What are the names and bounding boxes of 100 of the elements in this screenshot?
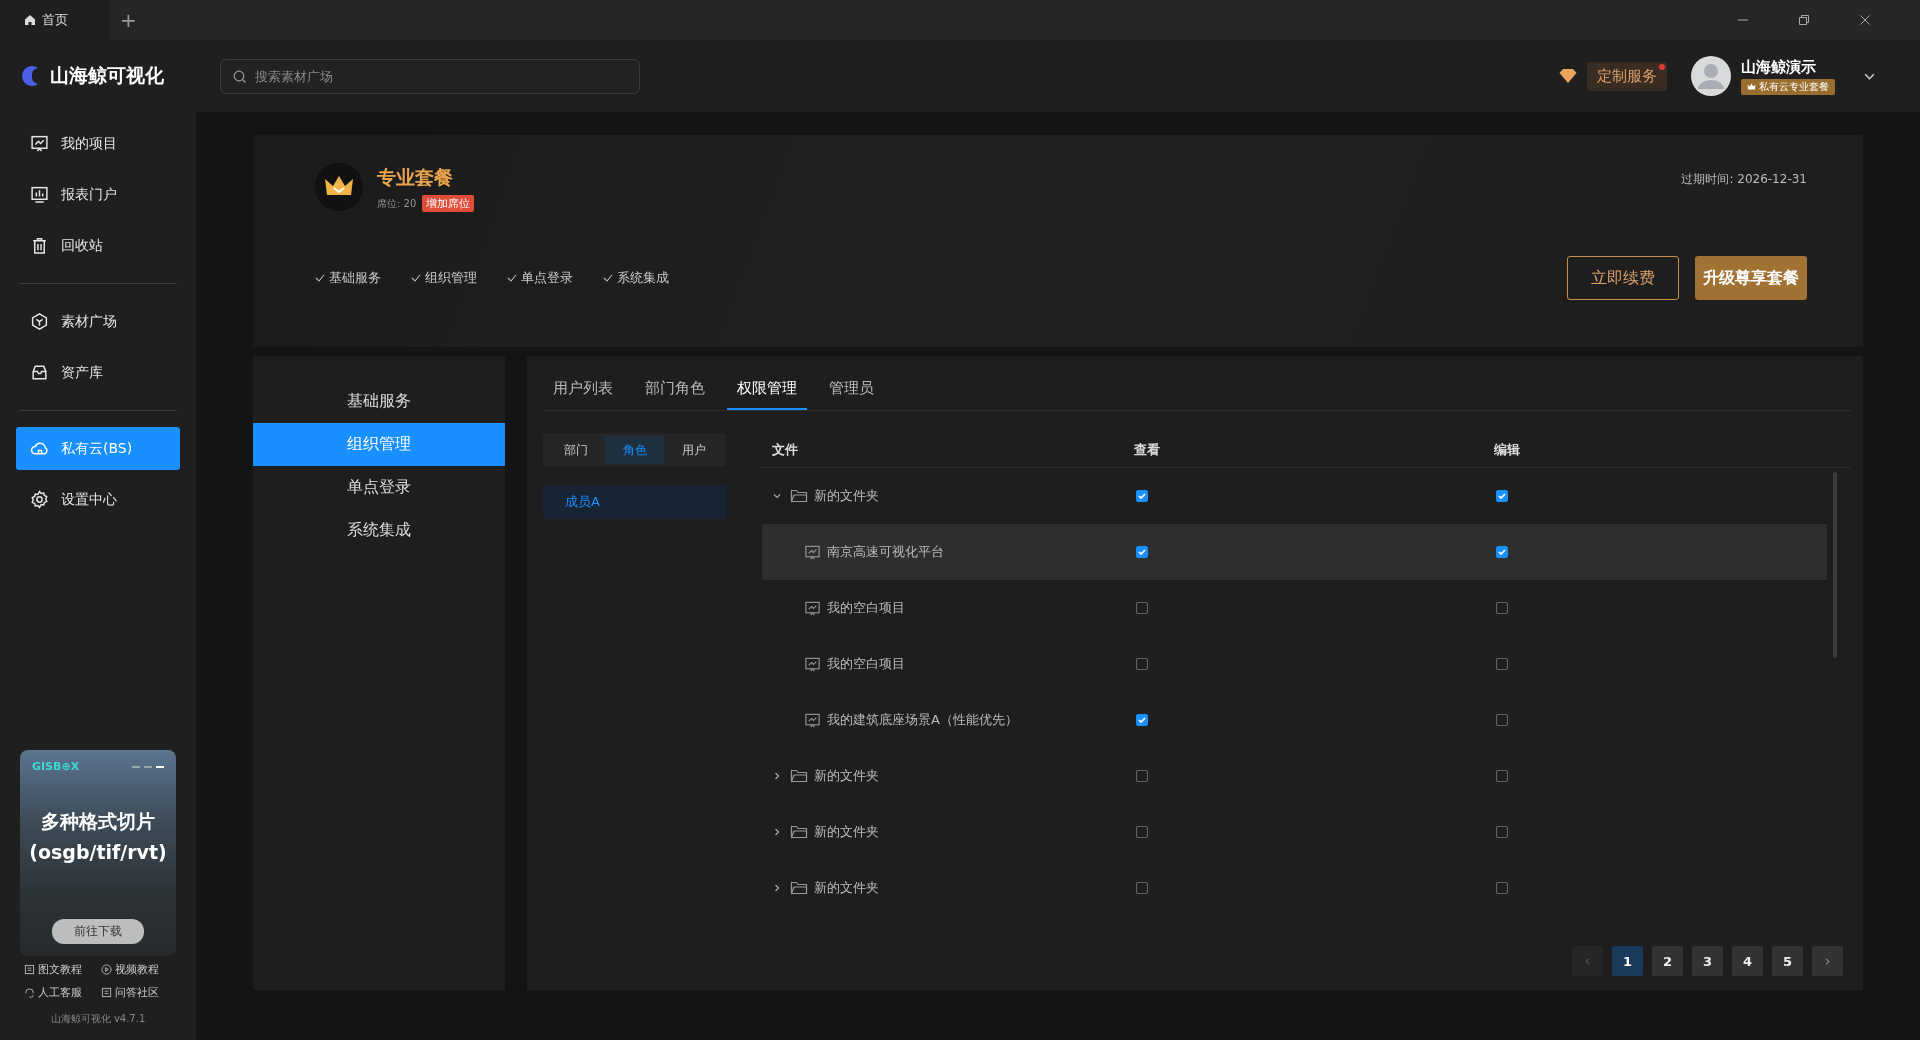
checkbox[interactable] (1496, 546, 1508, 558)
custom-service-button[interactable]: 定制服务 (1587, 61, 1667, 91)
seat-count: 席位: 20 (377, 196, 417, 211)
renew-button[interactable]: 立即续费 (1567, 256, 1679, 300)
cube-icon (30, 312, 49, 331)
slide-indicator[interactable] (144, 765, 152, 768)
chevron-right-icon[interactable] (772, 827, 782, 837)
window-tab[interactable]: 首页 (0, 0, 110, 40)
slide-indicator[interactable] (156, 765, 164, 768)
promo-title: 多种格式切片 (41, 809, 155, 834)
checkbox[interactable] (1496, 658, 1508, 670)
checkbox[interactable] (1136, 658, 1148, 670)
feature-item: 单点登录 (507, 269, 573, 287)
checkbox[interactable] (1136, 770, 1148, 782)
column-header: 文件 (771, 441, 799, 459)
table-row[interactable]: 我的空白项目 (762, 636, 1827, 692)
add-seats-button[interactable]: 增加席位 (422, 195, 475, 212)
chevron-right-icon[interactable] (772, 883, 782, 893)
nav-item[interactable]: 设置中心 (16, 478, 180, 521)
add-tab-button[interactable]: + (112, 8, 145, 32)
play-circle-icon (101, 964, 112, 975)
trash-icon (30, 236, 49, 255)
menu-item[interactable]: 系统集成 (253, 509, 505, 552)
crown-icon (1747, 83, 1756, 90)
page-button[interactable]: 2 (1652, 946, 1683, 976)
chart-board-icon (804, 599, 821, 617)
nav-item[interactable]: 我的项目 (16, 122, 180, 165)
document-icon (24, 964, 35, 975)
chevron-right-icon (1823, 956, 1832, 966)
tab[interactable]: 管理员 (819, 379, 884, 410)
search-field[interactable]: 搜索素材广场 (220, 58, 640, 94)
checkbox[interactable] (1136, 882, 1148, 894)
table-row[interactable]: 新的文件夹 (762, 860, 1827, 916)
help-link[interactable]: 图文教程 (24, 962, 101, 977)
feature-item: 基础服务 (315, 269, 381, 287)
table-row[interactable]: 新的文件夹 (762, 804, 1827, 860)
promo-subtitle: (osgb/tif/rvt) (29, 841, 167, 863)
file-name: 新的文件夹 (814, 487, 879, 505)
checkbox[interactable] (1136, 714, 1148, 726)
chevron-right-icon[interactable] (772, 771, 782, 781)
check-icon (315, 273, 325, 283)
feature-item: 组织管理 (411, 269, 477, 287)
check-icon (603, 273, 613, 283)
checkbox[interactable] (1136, 490, 1148, 502)
tab[interactable]: 部门角色 (635, 379, 715, 410)
nav-item[interactable]: 资产库 (16, 351, 180, 394)
checkbox[interactable] (1496, 826, 1508, 838)
folder-icon (790, 768, 808, 784)
bar-chart-icon (30, 185, 49, 204)
help-link[interactable]: 问答社区 (101, 985, 178, 1000)
upgrade-button[interactable]: 升级尊享套餐 (1695, 256, 1807, 300)
diamond-icon (1559, 68, 1577, 84)
table-row[interactable]: 我的空白项目 (762, 580, 1827, 636)
menu-item[interactable]: 单点登录 (253, 466, 505, 509)
segment-option[interactable]: 角色 (605, 436, 664, 464)
checkbox[interactable] (1496, 770, 1508, 782)
close-icon[interactable] (1859, 14, 1871, 26)
nav-item[interactable]: 素材广场 (16, 300, 180, 343)
file-name: 新的文件夹 (814, 879, 879, 897)
file-name: 新的文件夹 (814, 767, 879, 785)
table-row[interactable]: 新的文件夹 (762, 468, 1827, 524)
page-button[interactable]: 4 (1732, 946, 1763, 976)
chevron-down-icon[interactable] (772, 491, 782, 501)
nav-item[interactable]: 报表门户 (16, 173, 180, 216)
folder-icon (790, 488, 808, 504)
checkbox[interactable] (1496, 714, 1508, 726)
segment-option[interactable]: 用户 (664, 436, 723, 464)
tab[interactable]: 权限管理 (727, 379, 807, 410)
page-button[interactable]: 1 (1612, 946, 1643, 976)
menu-item[interactable]: 基础服务 (253, 380, 505, 423)
chart-board-icon (30, 134, 49, 153)
nav-item[interactable]: 回收站 (16, 224, 180, 267)
avatar-icon[interactable] (1691, 56, 1731, 96)
checkbox[interactable] (1136, 826, 1148, 838)
checkbox[interactable] (1136, 546, 1148, 558)
checkbox[interactable] (1496, 882, 1508, 894)
gear-icon (30, 490, 49, 509)
help-link[interactable]: 人工客服 (24, 985, 101, 1000)
page-button[interactable]: 3 (1692, 946, 1723, 976)
checkbox[interactable] (1496, 602, 1508, 614)
search-icon (233, 69, 247, 84)
file-name: 我的空白项目 (827, 599, 905, 617)
promo-banner[interactable]: GISB⊕X 多种格式切片 (osgb/tif/rvt) 前往下载 (20, 750, 176, 956)
help-link[interactable]: 视频教程 (101, 962, 178, 977)
table-row[interactable]: 我的建筑底座场景A（性能优先） (762, 692, 1827, 748)
slide-indicator[interactable] (132, 765, 140, 768)
role-item[interactable]: 成员A (543, 485, 726, 519)
check-icon (411, 273, 421, 283)
folder-icon (790, 824, 808, 840)
tab[interactable]: 用户列表 (543, 379, 623, 410)
page-button[interactable]: 5 (1772, 946, 1803, 976)
checkbox[interactable] (1136, 602, 1148, 614)
checkbox[interactable] (1496, 490, 1508, 502)
file-name: 我的建筑底座场景A（性能优先） (827, 711, 1018, 729)
table-row[interactable]: 新的文件夹 (762, 748, 1827, 804)
segment-option[interactable]: 部门 (546, 436, 605, 464)
restore-icon[interactable] (1798, 14, 1810, 26)
file-name: 新的文件夹 (814, 823, 879, 841)
table-row[interactable]: 南京高速可视化平台 (762, 524, 1827, 580)
download-button[interactable]: 前往下载 (52, 919, 144, 944)
